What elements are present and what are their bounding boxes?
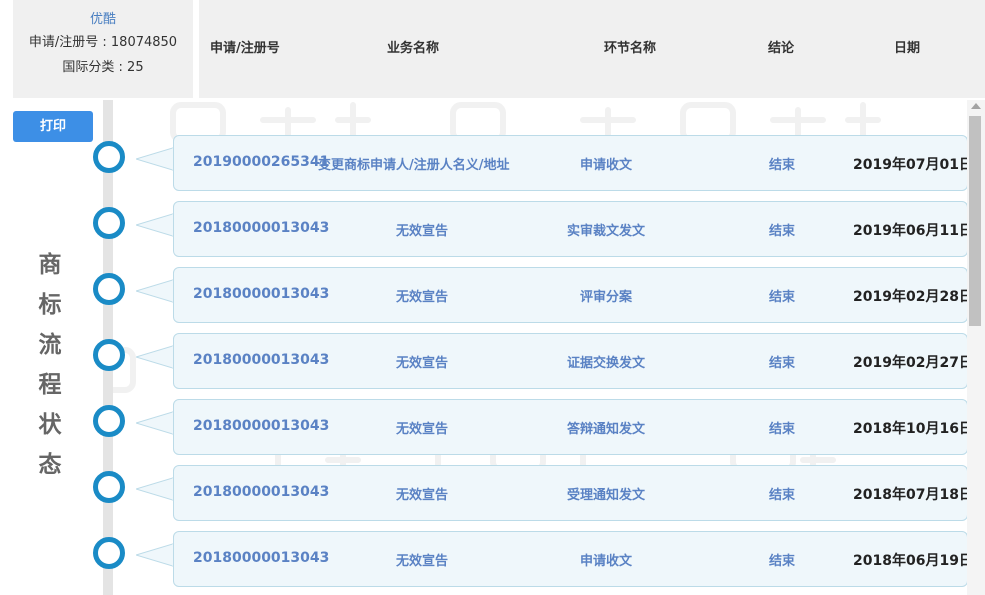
application-number: 20190000265341: [193, 154, 330, 170]
status-bubble: 20180000013043 无效宣告 评审分案 结束 2019年02月28日: [173, 267, 973, 323]
date: 2019年07月01日: [853, 157, 973, 173]
node-name: 评审分案: [579, 290, 633, 305]
result: 结束: [769, 554, 796, 569]
node-name: 申请收文: [579, 554, 633, 569]
node-name: 答辩通知发文: [566, 422, 646, 437]
business-name: 无效宣告: [396, 554, 449, 569]
date: 2019年02月27日: [853, 355, 973, 371]
timeline-list: 20190000265341 变更商标申请人/注册人名义/地址 申请收文 结束 …: [0, 0, 985, 595]
timeline-node-circle: [93, 339, 125, 371]
timeline-node-circle: [93, 273, 125, 305]
list-item: 20180000013043 无效宣告 实审裁文发文 结束 2019年06月11…: [93, 201, 973, 257]
application-number: 20180000013043: [193, 550, 330, 566]
list-item: 20180000013043 无效宣告 证据交换发文 结束 2019年02月27…: [93, 333, 973, 389]
timeline-node-circle: [93, 537, 125, 569]
business-name: 无效宣告: [396, 488, 449, 503]
status-bubble: 20190000265341 变更商标申请人/注册人名义/地址 申请收文 结束 …: [173, 135, 973, 191]
application-number: 20180000013043: [193, 352, 330, 368]
date: 2019年06月11日: [853, 223, 973, 239]
business-name: 变更商标申请人/注册人名义/地址: [318, 158, 510, 173]
application-number: 20180000013043: [193, 418, 330, 434]
status-bubble: 20180000013043 无效宣告 证据交换发文 结束 2019年02月27…: [173, 333, 973, 389]
date: 2018年07月18日: [853, 487, 973, 503]
status-bubble: 20180000013043 无效宣告 实审裁文发文 结束 2019年06月11…: [173, 201, 973, 257]
application-number: 20180000013043: [193, 484, 330, 500]
status-bubble: 20180000013043 无效宣告 申请收文 结束 2018年06月19日: [173, 531, 973, 587]
timeline-node-circle: [93, 141, 125, 173]
business-name: 无效宣告: [396, 356, 449, 371]
result: 结束: [769, 158, 796, 173]
status-bubble: 20180000013043 无效宣告 受理通知发文 结束 2018年07月18…: [173, 465, 973, 521]
node-name: 受理通知发文: [566, 488, 646, 503]
timeline-node-circle: [93, 471, 125, 503]
list-item: 20180000013043 无效宣告 申请收文 结束 2018年06月19日: [93, 531, 973, 587]
result: 结束: [769, 422, 796, 437]
result: 结束: [769, 356, 796, 371]
date: 2018年10月16日: [853, 421, 973, 437]
application-number: 20180000013043: [193, 286, 330, 302]
result: 结束: [769, 224, 796, 239]
timeline-node-circle: [93, 405, 125, 437]
list-item: 20180000013043 无效宣告 受理通知发文 结束 2018年07月18…: [93, 465, 973, 521]
scroll-up-arrow-icon[interactable]: [971, 103, 981, 109]
trademark-flow-page: 优酷 申请/注册号 : 18074850 国际分类 : 25 申请/注册号 业务…: [0, 0, 985, 595]
business-name: 无效宣告: [396, 422, 449, 437]
application-number: 20180000013043: [193, 220, 330, 236]
node-name: 申请收文: [579, 158, 633, 173]
business-name: 无效宣告: [396, 224, 449, 239]
list-item: 20180000013043 无效宣告 评审分案 结束 2019年02月28日: [93, 267, 973, 323]
timeline-node-circle: [93, 207, 125, 239]
date: 2018年06月19日: [853, 553, 973, 569]
result: 结束: [769, 488, 796, 503]
status-bubble: 20180000013043 无效宣告 答辩通知发文 结束 2018年10月16…: [173, 399, 973, 455]
scroll-thumb[interactable]: [969, 116, 981, 326]
node-name: 证据交换发文: [566, 356, 646, 371]
list-item: 20190000265341 变更商标申请人/注册人名义/地址 申请收文 结束 …: [93, 135, 973, 191]
business-name: 无效宣告: [396, 290, 449, 305]
date: 2019年02月28日: [853, 289, 973, 305]
node-name: 实审裁文发文: [566, 224, 646, 239]
vertical-scrollbar[interactable]: [967, 100, 985, 595]
list-item: 20180000013043 无效宣告 答辩通知发文 结束 2018年10月16…: [93, 399, 973, 455]
result: 结束: [769, 290, 796, 305]
